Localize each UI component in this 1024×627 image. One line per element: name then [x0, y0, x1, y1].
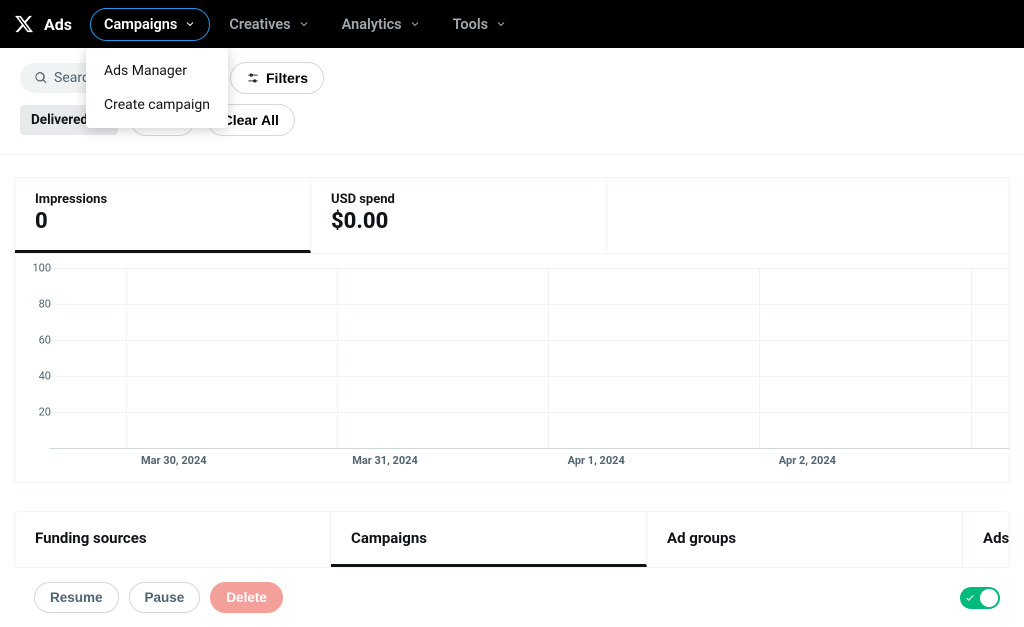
resume-button[interactable]: Resume [34, 582, 119, 613]
metric-usd-spend[interactable]: USD spend $0.00 [311, 178, 607, 253]
top-nav: Ads Campaigns Creatives Analytics Tools [0, 0, 1024, 48]
chevron-down-icon [298, 18, 310, 30]
chart-vline [126, 268, 127, 448]
filters-label: Filters [266, 70, 308, 86]
tab-ad-groups[interactable]: Ad groups [647, 512, 963, 567]
chart-xlabel: Mar 31, 2024 [352, 454, 418, 467]
dropdown-create-campaign[interactable]: Create campaign [86, 88, 228, 122]
chart-xlabels: Mar 30, 2024 Mar 31, 2024 Apr 1, 2024 Apr 2… [49, 454, 1009, 474]
chart-xlabel: Mar 30, 2024 [141, 454, 207, 467]
chart-xlabel: Apr 1, 2024 [568, 454, 625, 467]
dropdown-ads-manager[interactable]: Ads Manager [86, 54, 228, 88]
check-icon [965, 593, 975, 603]
chart-vline [548, 268, 549, 448]
pause-button[interactable]: Pause [129, 582, 201, 613]
chart-baseline [49, 448, 1009, 449]
sliders-icon [246, 71, 260, 85]
chart-gridline [49, 268, 1009, 269]
nav-analytics[interactable]: Analytics [329, 9, 434, 40]
metric-value: 0 [35, 209, 290, 234]
chart-gridline [49, 304, 1009, 305]
metric-impressions[interactable]: Impressions 0 [15, 178, 311, 253]
search-icon [34, 71, 48, 85]
chip-label: Delivered [31, 112, 88, 128]
chevron-down-icon [495, 18, 507, 30]
chart-area: 20406080100 Mar 30, 2024Mar 31, 2024Apr … [14, 254, 1010, 483]
chart-ylabel: 60 [27, 334, 51, 347]
nav-label: Tools [453, 16, 488, 33]
chart-gridline [49, 340, 1009, 341]
metric-label: Impressions [35, 192, 290, 207]
x-logo-icon [14, 14, 34, 34]
metrics-row: Impressions 0 USD spend $0.00 [14, 177, 1010, 254]
chart-vline [971, 268, 972, 448]
chart-grid: 20406080100 [49, 268, 1009, 448]
nav-label: Creatives [229, 16, 290, 33]
tab-campaigns[interactable]: Campaigns [331, 512, 647, 567]
chart-ylabel: 20 [27, 406, 51, 419]
metric-label: USD spend [331, 192, 586, 207]
brand-label: Ads [44, 15, 72, 34]
metric-spacer [607, 178, 1009, 253]
metric-value: $0.00 [331, 209, 586, 234]
nav-campaigns[interactable]: Campaigns [90, 8, 210, 41]
chart-ylabel: 100 [27, 262, 51, 275]
actions-row: Resume Pause Delete [0, 568, 1024, 627]
chevron-down-icon [409, 18, 421, 30]
nav-label: Analytics [342, 16, 402, 33]
tab-ads[interactable]: Ads [963, 512, 1024, 567]
campaigns-dropdown: Ads Manager Create campaign [86, 48, 228, 128]
divider [0, 154, 1024, 155]
metrics-panel: Impressions 0 USD spend $0.00 2040608010… [14, 177, 1010, 483]
delete-button[interactable]: Delete [210, 582, 283, 613]
nav-label: Campaigns [104, 16, 177, 33]
tab-funding-sources[interactable]: Funding sources [15, 512, 331, 567]
filters-button[interactable]: Filters [230, 62, 324, 94]
tab-row: Funding sources Campaigns Ad groups Ads [14, 511, 1010, 568]
chart-gridline [49, 412, 1009, 413]
chart-ylabel: 40 [27, 370, 51, 383]
chevron-down-icon [184, 18, 196, 30]
chart-vline [759, 268, 760, 448]
nav-tools[interactable]: Tools [440, 9, 520, 40]
chart-vline [337, 268, 338, 448]
toggle-switch[interactable] [960, 587, 1000, 609]
chart-xlabel: Apr 2, 2024 [779, 454, 836, 467]
chart-gridline [49, 376, 1009, 377]
chart-ylabel: 80 [27, 298, 51, 311]
nav-creatives[interactable]: Creatives [216, 9, 322, 40]
